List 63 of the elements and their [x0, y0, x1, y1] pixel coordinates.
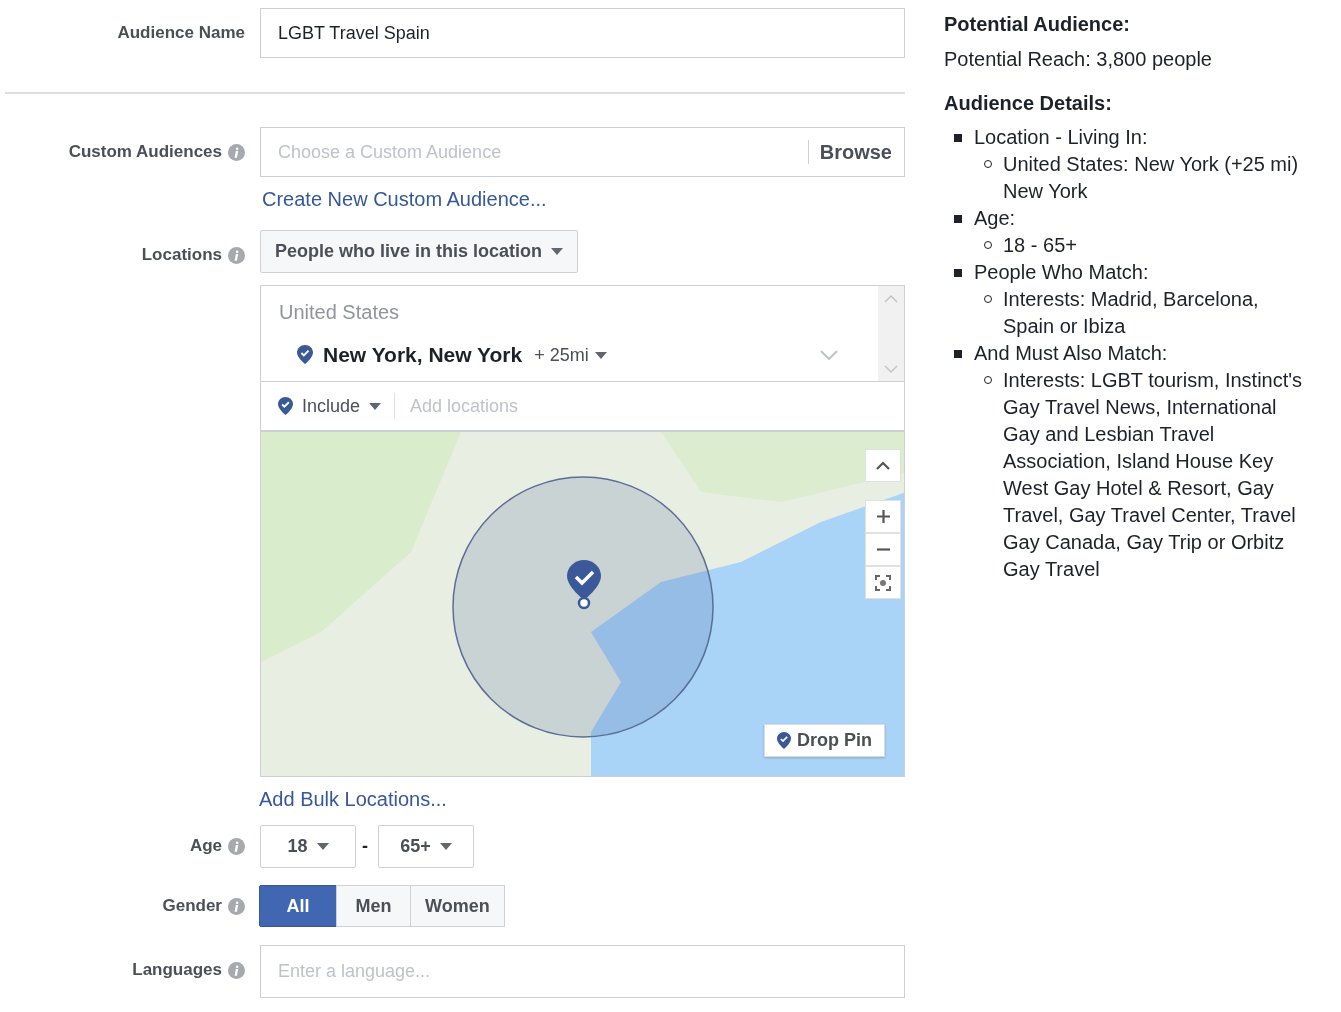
info-icon[interactable] — [228, 961, 245, 979]
field-label: Gender — [162, 896, 222, 916]
detail-text: Interests: Madrid, Barcelona, Spain or Ibiza — [1003, 287, 1260, 339]
minus-icon — [876, 548, 890, 551]
caret-icon — [594, 351, 607, 359]
detail-text: Interests: LGBT tourism, Instinct's Gay Travel News, International Gay and Lesbian Travel Association, Island House Key West Gay Hotel & Resort, Gay Travel, Gay Travel Center, Travel Gay Canada, Gay Trip or Orbitz Gay Travel — [1003, 368, 1304, 582]
square-bullet — [954, 134, 962, 142]
max-age-dropdown[interactable]: 65+ — [378, 825, 474, 868]
country-heading: United States — [279, 301, 401, 324]
info-icon[interactable] — [228, 837, 245, 855]
chevron-up-icon — [876, 461, 890, 470]
custom-audience-field[interactable]: Choose a Custom Audience Browse — [260, 127, 905, 177]
field-label: Languages — [132, 960, 222, 980]
age-separator: - — [362, 836, 368, 857]
info-icon[interactable] — [228, 143, 245, 161]
location-name: New York, New York — [323, 343, 523, 367]
gender-option[interactable]: All — [259, 885, 337, 927]
info-icon[interactable] — [228, 246, 245, 264]
detail-heading: And Must Also Match: — [974, 341, 1168, 366]
detail-text: 18 - 65+ — [1003, 233, 1078, 258]
map-pin-icon[interactable] — [567, 560, 601, 610]
detail-heading: Location - Living In: — [974, 125, 1148, 150]
square-bullet — [954, 215, 962, 223]
gender-option[interactable]: Women — [410, 885, 505, 927]
audience-name-input[interactable]: LGBT Travel Spain — [260, 8, 905, 58]
scrollbar[interactable] — [878, 286, 904, 381]
location-pin-icon — [777, 732, 791, 749]
caret-icon — [439, 843, 452, 850]
include-dropdown[interactable]: Include — [278, 393, 396, 419]
plus-icon — [876, 510, 890, 523]
drop-pin-button[interactable]: Drop Pin — [764, 724, 885, 757]
chevron-down-icon[interactable] — [820, 350, 838, 360]
radius-dropdown[interactable]: + 25mi — [534, 344, 607, 366]
potential-reach: Potential Reach: 3,800 people — [944, 48, 1213, 71]
section-title: Audience Details: — [944, 92, 1113, 115]
field-label: Age — [189, 836, 222, 856]
field-label: Custom Audiences — [68, 142, 222, 162]
create-audience-link[interactable]: Create New Custom Audience... — [262, 188, 547, 211]
add-bulk-locations-link[interactable]: Add Bulk Locations... — [259, 788, 447, 811]
section-title: Potential Audience: — [944, 13, 1131, 36]
field-label: Audience Name — [117, 23, 245, 43]
caret-icon — [551, 248, 564, 255]
field-label: Locations — [141, 245, 222, 265]
recenter-button[interactable] — [865, 566, 901, 599]
language-input[interactable]: Enter a language... — [260, 945, 905, 998]
recenter-icon — [875, 574, 891, 591]
caret-icon — [369, 402, 382, 410]
min-age-dropdown[interactable]: 18 — [260, 825, 356, 868]
browse-button[interactable]: Browse — [807, 140, 892, 164]
location-type-dropdown[interactable]: People who live in this location — [260, 230, 579, 273]
gender-option[interactable]: Men — [336, 885, 411, 927]
location-pin-icon — [278, 397, 293, 415]
zoom-in-button[interactable] — [865, 500, 901, 533]
detail-heading: People Who Match: — [974, 260, 1149, 285]
square-bullet — [954, 269, 962, 277]
detail-text: United States: New York (+25 mi) New York — [1003, 152, 1300, 204]
add-locations-field[interactable]: Include Add locations — [260, 382, 905, 431]
detail-heading: Age: — [974, 206, 1016, 231]
info-icon[interactable] — [228, 897, 245, 915]
square-bullet — [954, 350, 962, 358]
caret-icon — [316, 843, 329, 850]
location-pin-icon — [297, 345, 313, 365]
collapse-map-button[interactable] — [865, 449, 901, 482]
